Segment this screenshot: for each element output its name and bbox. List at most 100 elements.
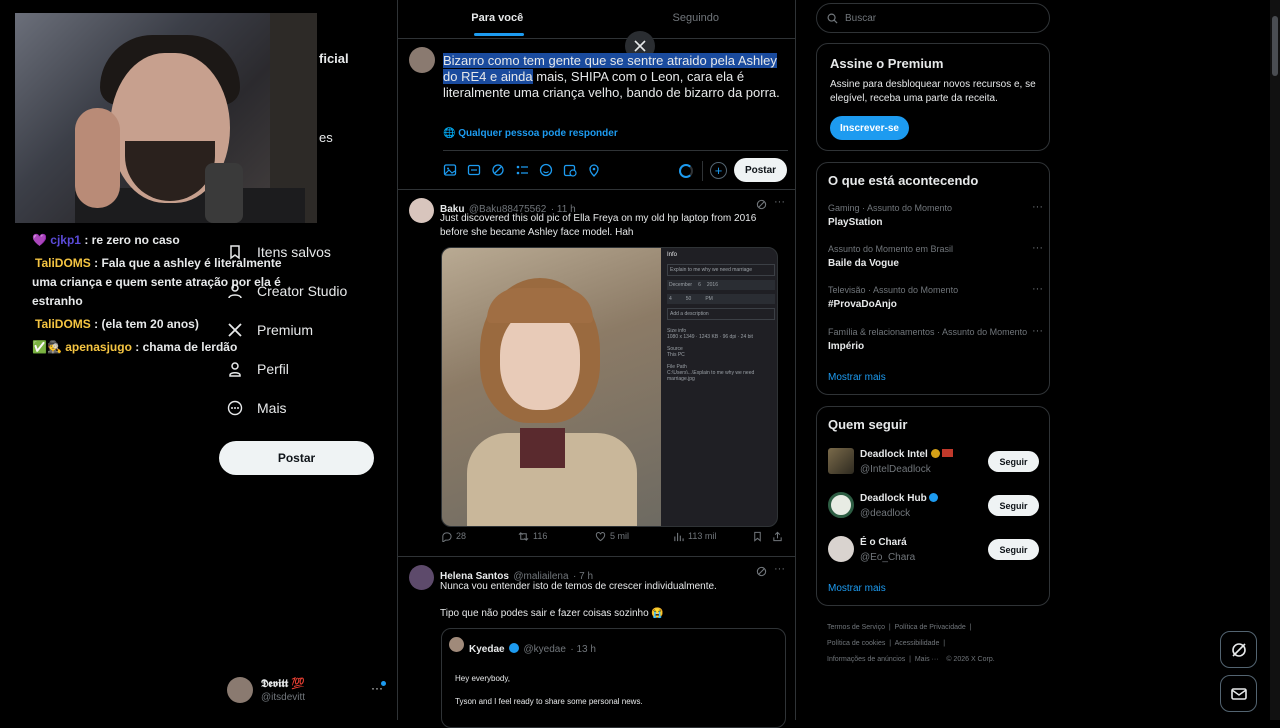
- tab-for-you[interactable]: Para você: [398, 0, 597, 38]
- quote-author-name: Kyedae: [469, 644, 505, 655]
- footer-link[interactable]: Acessibilidade: [895, 640, 940, 647]
- bookmark-icon[interactable]: [752, 531, 763, 542]
- sidebar-post-button[interactable]: Postar: [219, 441, 374, 475]
- composer-toolbar: [443, 163, 601, 177]
- location-icon[interactable]: [587, 163, 601, 177]
- profile-icon: [229, 362, 241, 377]
- tweet-media[interactable]: Info Explain to me why we need marriage …: [441, 247, 778, 527]
- nav-partial-label: es: [319, 130, 333, 145]
- nav-item-more[interactable]: Mais: [227, 390, 287, 426]
- schedule-icon[interactable]: [563, 163, 577, 177]
- notification-dot: [381, 681, 386, 686]
- quoted-tweet[interactable]: Kyedae @kyedae · 13 h Hey everybody, Tys…: [441, 628, 786, 728]
- suggestion-name: É o Chará: [860, 537, 907, 548]
- more-options-icon[interactable]: ···: [1032, 242, 1043, 254]
- nav-item-premium[interactable]: Premium: [227, 312, 313, 348]
- file-info-panel: Info Explain to me why we need marriage …: [667, 252, 775, 522]
- more-options-icon[interactable]: ···: [774, 196, 785, 208]
- gif-icon[interactable]: [467, 163, 481, 177]
- compose-post-button[interactable]: Postar: [734, 158, 787, 182]
- follow-suggestion[interactable]: É o Chará @Eo_Chara Seguir: [828, 535, 1043, 565]
- nav-partial-label: ficial: [319, 51, 349, 66]
- avatar: [828, 536, 854, 562]
- account-switcher[interactable]: 𝕯𝖊𝖛𝖎𝖙𝖙 💯 @itsdevitt ···: [227, 675, 387, 705]
- quote-text: Tyson and I feel ready to share some per…: [455, 697, 643, 706]
- reply-setting[interactable]: 🌐 Qualquer pessoa pode responder: [443, 128, 618, 139]
- char-count-progress: [679, 164, 693, 178]
- account-handle: @itsdevitt: [261, 692, 306, 703]
- suggestion-name: Deadlock Intel: [860, 449, 954, 460]
- trend-item[interactable]: Assunto do Momento em Brasil Baile da Vo…: [828, 242, 1043, 269]
- grok-button[interactable]: [1220, 631, 1257, 668]
- person-icon: [228, 284, 242, 299]
- nav-item-profile[interactable]: Perfil: [227, 351, 289, 387]
- repost-button[interactable]: 116: [518, 531, 547, 542]
- scrollbar-thumb[interactable]: [1272, 16, 1278, 76]
- tweet-text: Nunca vou entender isto de temos de cres…: [440, 581, 717, 592]
- add-post-button[interactable]: +: [710, 162, 727, 179]
- footer-link[interactable]: Informações de anúncios: [827, 656, 905, 663]
- follow-button[interactable]: Seguir: [988, 539, 1039, 560]
- grok-icon[interactable]: [756, 199, 767, 210]
- compose-textarea[interactable]: Bizarro como tem gente que se sentre atr…: [443, 53, 788, 101]
- verified-badge-icon: [509, 643, 520, 653]
- tab-following[interactable]: Seguindo: [597, 0, 796, 38]
- follow-show-more-link[interactable]: Mostrar mais: [828, 583, 886, 594]
- more-options-icon[interactable]: ···: [1032, 325, 1043, 337]
- verified-gold-icon: [930, 449, 940, 458]
- account-name: 𝕯𝖊𝖛𝖎𝖙𝖙 💯: [261, 678, 305, 690]
- grok-icon: [1231, 642, 1246, 657]
- chat-text: : re zero no caso: [84, 233, 180, 247]
- quote-author-handle: @kyedae: [523, 644, 566, 655]
- follow-button[interactable]: Seguir: [988, 451, 1039, 472]
- more-options-icon[interactable]: ···: [1032, 283, 1043, 295]
- emoji-icon[interactable]: [539, 163, 553, 177]
- nav-item-bookmarks[interactable]: Itens salvos: [227, 234, 331, 270]
- views-button[interactable]: 113 mil: [673, 531, 716, 542]
- reply-icon: [442, 531, 452, 542]
- scrollbar[interactable]: [1270, 0, 1280, 720]
- chat-username: cjkp1: [50, 233, 81, 247]
- more-options-icon[interactable]: ···: [1032, 201, 1043, 213]
- footer-link[interactable]: Mais ···: [915, 656, 939, 663]
- footer-link[interactable]: Termos de Serviço: [827, 624, 885, 631]
- footer-link[interactable]: Política de Privacidade: [895, 624, 966, 631]
- suggestion-handle: @IntelDeadlock: [860, 464, 931, 475]
- footer-link[interactable]: Política de cookies: [827, 640, 885, 647]
- chat-text: : chama de lerdão: [135, 340, 238, 354]
- reply-button[interactable]: 28: [441, 531, 466, 542]
- subscribe-button[interactable]: Inscrever-se: [830, 116, 909, 140]
- quote-text: Hey everybody,: [455, 674, 510, 683]
- reply-setting-label: Qualquer pessoa pode responder: [458, 128, 618, 139]
- timeline-tabs: Para você Seguindo: [398, 0, 795, 38]
- poll-icon[interactable]: [515, 163, 529, 177]
- grok-icon[interactable]: [491, 163, 505, 177]
- trends-show-more-link[interactable]: Mostrar mais: [828, 372, 886, 383]
- tweet[interactable]: Baku @Baku88475562 · 11 h ··· Just disco…: [398, 190, 795, 556]
- grok-icon[interactable]: [756, 566, 767, 577]
- suggestion-name: Deadlock Hub: [860, 493, 939, 504]
- more-options-icon[interactable]: ···: [774, 563, 785, 575]
- avatar: [449, 637, 464, 652]
- search-input: Buscar: [845, 12, 877, 24]
- chat-text: : (ela tem 20 anos): [94, 317, 199, 331]
- quote-time: · 13 h: [570, 644, 596, 655]
- affiliate-badge-icon: [942, 449, 954, 457]
- messages-button[interactable]: [1220, 675, 1257, 712]
- trend-item[interactable]: Gaming · Assunto do Momento PlayStation …: [828, 201, 1043, 228]
- search-bar[interactable]: Buscar: [816, 3, 1050, 33]
- follow-suggestion[interactable]: Deadlock Intel @IntelDeadlock Seguir: [828, 447, 1043, 477]
- image-icon[interactable]: [443, 163, 457, 177]
- avatar: [828, 448, 854, 474]
- tweet[interactable]: Helena Santos @maliailena · 7 h ··· Nunc…: [398, 557, 795, 728]
- trend-item[interactable]: Televisão · Assunto do Momento #ProvaDoA…: [828, 283, 1043, 310]
- share-icon[interactable]: [772, 531, 783, 542]
- tweet-text: Tipo que não podes sair e fazer coisas s…: [440, 608, 664, 619]
- trend-item[interactable]: Família & relacionamentos · Assunto do M…: [828, 325, 1043, 352]
- premium-text: Assine para desbloquear novos recursos e…: [830, 79, 1036, 104]
- timeline: Para você Seguindo Bizarro como tem gent…: [397, 0, 796, 728]
- follow-button[interactable]: Seguir: [988, 495, 1039, 516]
- follow-suggestion[interactable]: Deadlock Hub @deadlock Seguir: [828, 491, 1043, 521]
- like-button[interactable]: 5 mil: [595, 531, 629, 542]
- nav-item-creator-studio[interactable]: Creator Studio: [227, 273, 347, 309]
